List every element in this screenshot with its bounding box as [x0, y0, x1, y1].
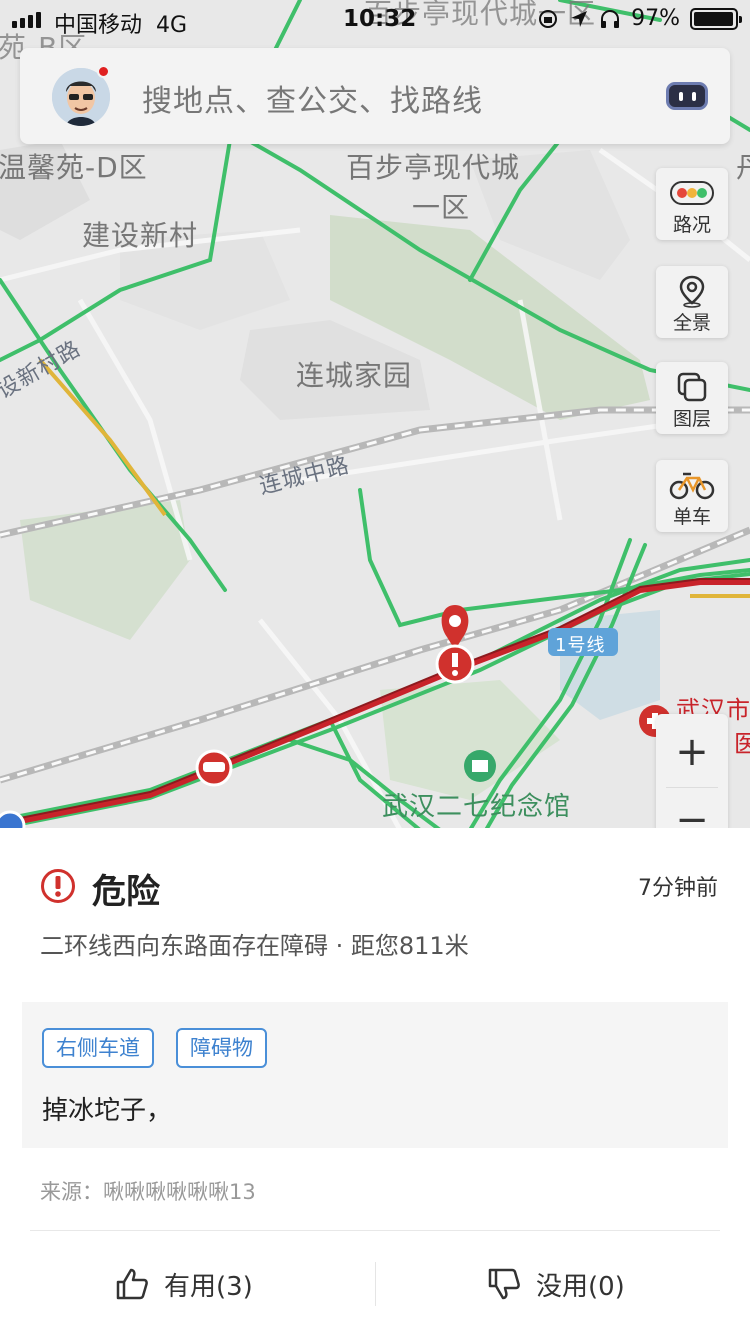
bike-button[interactable]: 单车	[656, 460, 728, 532]
useless-button[interactable]: 没用(0)	[486, 1258, 625, 1310]
thumbs-down-icon	[488, 1268, 520, 1300]
map-label-memorial: 武汉二七纪念馆	[382, 792, 572, 822]
panorama-label: 全景	[672, 312, 711, 334]
event-source: 来源：啾啾啾啾啾啾13	[40, 1180, 256, 1204]
bicycle-icon	[669, 472, 715, 500]
battery-percent: 97%	[631, 6, 680, 31]
thumbs-up-icon	[116, 1268, 148, 1300]
map-label-wenxinyuan: 温馨苑-D区	[0, 151, 148, 184]
map-label-lianchengjiayuan: 连城家园	[296, 359, 413, 392]
tag-right-lane: 右侧车道	[42, 1028, 154, 1068]
map-label-edge: 丹	[736, 146, 750, 186]
event-time: 7分钟前	[638, 876, 718, 901]
zoom-in-button[interactable]: +	[656, 722, 728, 782]
traffic-label: 路况	[672, 214, 711, 236]
layers-label: 图层	[672, 408, 711, 430]
sheet-divider	[30, 1230, 720, 1231]
traffic-light-icon	[670, 181, 714, 205]
status-time: 10:32	[343, 6, 417, 32]
event-detail-box: 右侧车道 障碍物 掉冰坨子，	[22, 1002, 728, 1148]
search-input[interactable]: 搜地点、查公交、找路线	[142, 76, 483, 120]
useful-button[interactable]: 有用(3)	[114, 1258, 253, 1310]
danger-icon	[41, 869, 75, 903]
map-label-baibuting-area: 一区	[412, 191, 471, 224]
event-description: 二环线西向东路面存在障碍 · 距您811米	[40, 932, 469, 960]
notification-dot	[97, 65, 110, 78]
carrier-name: 中国移动 4G	[54, 13, 188, 38]
map-label-baibuting: 百步亭现代城	[346, 151, 521, 184]
map-label-hospital-2: 医	[734, 730, 750, 758]
headphones-icon	[601, 9, 620, 28]
orientation-lock-icon	[539, 9, 558, 28]
search-bar[interactable]: 搜地点、查公交、找路线	[20, 48, 730, 144]
layers-button[interactable]: 图层	[656, 362, 728, 434]
layers-icon	[677, 372, 707, 402]
tag-obstacle: 障碍物	[176, 1028, 267, 1068]
signal-icon	[12, 12, 41, 28]
map-label-metro-line: 1号线	[555, 635, 606, 656]
bike-label: 单车	[672, 506, 711, 528]
vote-divider	[375, 1262, 376, 1306]
location-arrow-icon	[571, 10, 588, 27]
event-detail-sheet: 危险 7分钟前 二环线西向东路面存在障碍 · 距您811米 右侧车道 障碍物 掉…	[0, 828, 750, 1334]
event-detail-text: 掉冰坨子，	[42, 1096, 173, 1126]
battery-icon	[690, 7, 742, 30]
useless-label: 没用(0)	[536, 1271, 625, 1302]
status-bar: 中国移动 4G 10:32 97%	[0, 0, 750, 40]
panorama-button[interactable]: 全景	[656, 266, 728, 338]
map-label-jianshe: 建设新村	[82, 219, 199, 252]
useful-label: 有用(3)	[164, 1271, 253, 1302]
traffic-button[interactable]: 路况	[656, 168, 728, 240]
assistant-robot-icon[interactable]	[666, 82, 708, 110]
event-title: 危险	[92, 872, 160, 912]
zoom-divider	[666, 787, 718, 788]
zoom-control: + −	[656, 714, 728, 840]
location-pin-icon	[679, 275, 705, 308]
